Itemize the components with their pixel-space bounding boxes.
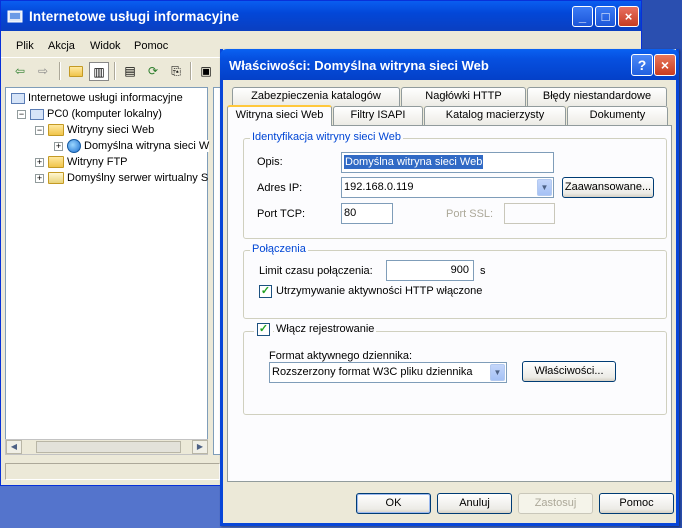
tree-item-ftp-sites[interactable]: + Witryny FTP	[35, 154, 128, 170]
help-button[interactable]: Pomoc	[599, 493, 674, 514]
tree-item-default-web-site[interactable]: + Domyślna witryna sieci W	[54, 138, 210, 154]
tab-home-directory[interactable]: Katalog macierzysty	[424, 106, 566, 125]
refresh-icon[interactable]: ⟳	[143, 62, 163, 81]
tree-item-smtp[interactable]: + Domyślny serwer wirtualny S	[35, 170, 208, 186]
smtp-icon	[48, 172, 64, 185]
ip-address-label: Adres IP:	[257, 182, 303, 194]
tab-http-headers[interactable]: Nagłówki HTTP	[401, 87, 526, 106]
menu-pomoc[interactable]: Pomoc	[134, 40, 168, 52]
iis-icon	[7, 10, 23, 23]
dialog-title-bar[interactable]: Właściwości: Domyślna witryna sieci Web …	[220, 49, 679, 80]
menu-akcja[interactable]: Akcja	[48, 40, 75, 52]
keepalive-checkbox[interactable]: ✓	[259, 285, 272, 298]
dialog-close-button[interactable]: ×	[654, 54, 676, 76]
log-format-combobox[interactable]: Rozszerzony format W3C pliku dziennika ▼	[269, 362, 507, 383]
tree-item-label: Domyślna witryna sieci W	[84, 140, 210, 152]
log-properties-button[interactable]: Właściwości...	[522, 361, 616, 382]
enable-logging-label: Włącz rejestrowanie	[274, 323, 377, 335]
chevron-down-icon[interactable]: ▼	[537, 179, 552, 196]
console-tree[interactable]: Internetowe usługi informacyjne − PC0 (ko…	[5, 87, 210, 455]
tab-panel-web-site: Identyfikacja witryny sieci Web Opis: Do…	[227, 125, 672, 482]
desktop-background-bottom	[0, 484, 230, 528]
collapse-icon[interactable]: −	[35, 125, 44, 135]
collapse-icon[interactable]: −	[17, 109, 26, 119]
connection-timeout-label: Limit czasu połączenia:	[259, 265, 373, 277]
description-input[interactable]: Domyślna witryna sieci Web	[341, 152, 554, 173]
log-format-label: Format aktywnego dziennika:	[269, 350, 413, 362]
computer-icon	[30, 108, 44, 120]
tab-directory-security[interactable]: Zabezpieczenia katalogów	[232, 87, 400, 106]
ssl-port-label: Port SSL:	[446, 208, 494, 220]
expand-icon[interactable]: +	[35, 157, 44, 167]
tree-horizontal-scrollbar[interactable]: ◀ ▶	[5, 439, 208, 455]
tcp-port-label: Port TCP:	[257, 208, 306, 220]
status-cell	[5, 463, 220, 480]
show-hide-tree-icon[interactable]: ▥	[89, 62, 109, 81]
tree-item-label: Witryny FTP	[67, 156, 128, 168]
chevron-down-icon[interactable]: ▼	[490, 364, 505, 381]
description-label: Opis:	[257, 156, 283, 168]
back-arrow-icon[interactable]: ⇦	[10, 62, 30, 81]
forward-arrow-icon[interactable]: ⇨	[33, 62, 53, 81]
tcp-port-input[interactable]: 80	[341, 203, 393, 224]
scroll-right-icon[interactable]: ▶	[192, 440, 208, 454]
log-format-value: Rozszerzony format W3C pliku dziennika	[272, 366, 473, 378]
ok-button[interactable]: OK	[356, 493, 431, 514]
toolbar-separator	[59, 62, 61, 80]
scroll-thumb[interactable]	[36, 441, 181, 453]
identification-legend: Identyfikacja witryny sieci Web	[250, 131, 403, 143]
iis-icon	[11, 92, 25, 104]
export-list-icon[interactable]: ⎘	[166, 62, 186, 81]
maximize-button[interactable]: □	[595, 6, 616, 27]
apply-button[interactable]: Zastosuj	[518, 493, 593, 514]
properties-icon[interactable]: ▤	[120, 62, 140, 81]
toolbar-separator	[190, 62, 192, 80]
tree-item-label: Domyślny serwer wirtualny S	[67, 172, 209, 184]
ssl-port-input[interactable]	[504, 203, 555, 224]
tree-item-label: Witryny sieci Web	[67, 124, 155, 136]
tree-item-label: Internetowe usługi informacyjne	[28, 92, 183, 104]
cancel-button[interactable]: Anuluj	[437, 493, 512, 514]
main-title-bar[interactable]: Internetowe usługi informacyjne _ □ ×	[1, 1, 641, 31]
web-site-icon	[67, 139, 81, 154]
tab-documents[interactable]: Dokumenty	[567, 106, 668, 125]
description-value: Domyślna witryna sieci Web	[344, 155, 484, 169]
tree-item-label: PC0 (komputer lokalny)	[47, 108, 162, 120]
tree-item-pc0[interactable]: − PC0 (komputer lokalny)	[17, 106, 162, 122]
scroll-left-icon[interactable]: ◀	[6, 440, 22, 454]
tab-custom-errors[interactable]: Błędy niestandardowe	[527, 87, 667, 106]
ip-address-value: 192.168.0.119	[344, 181, 414, 193]
expand-icon[interactable]: +	[35, 173, 44, 183]
menu-plik[interactable]: Plik	[16, 40, 34, 52]
up-folder-icon[interactable]	[66, 62, 86, 81]
dialog-title: Właściwości: Domyślna witryna sieci Web	[229, 58, 489, 73]
menu-widok[interactable]: Widok	[90, 40, 121, 52]
minimize-button[interactable]: _	[572, 6, 593, 27]
properties-dialog: Właściwości: Domyślna witryna sieci Web …	[220, 49, 679, 526]
help-question-button[interactable]: ?	[631, 54, 653, 76]
folder-icon	[48, 156, 64, 169]
tab-web-site[interactable]: Witryna sieci Web	[227, 105, 332, 126]
tree-item-web-sites[interactable]: − Witryny sieci Web	[35, 122, 154, 138]
connections-legend: Połączenia	[250, 243, 308, 255]
advanced-button[interactable]: Zaawansowane...	[562, 177, 654, 198]
ip-address-combobox[interactable]: 192.168.0.119 ▼	[341, 177, 554, 198]
keepalive-label: Utrzymywanie aktywności HTTP włączone	[276, 285, 483, 297]
toolbar-separator	[114, 62, 116, 80]
enable-logging-checkbox[interactable]: ✓	[254, 320, 273, 339]
close-button[interactable]: ×	[618, 6, 639, 27]
expand-icon[interactable]: +	[54, 141, 63, 151]
help-icon[interactable]: ▣	[196, 62, 216, 81]
folder-icon	[48, 124, 64, 137]
connection-timeout-input[interactable]: 900	[386, 260, 474, 281]
tree-item-iis[interactable]: Internetowe usługi informacyjne	[11, 90, 183, 106]
tab-isapi-filters[interactable]: Filtry ISAPI	[333, 106, 423, 125]
timeout-unit-label: s	[480, 265, 486, 277]
main-window-title: Internetowe usługi informacyjne	[29, 9, 240, 24]
